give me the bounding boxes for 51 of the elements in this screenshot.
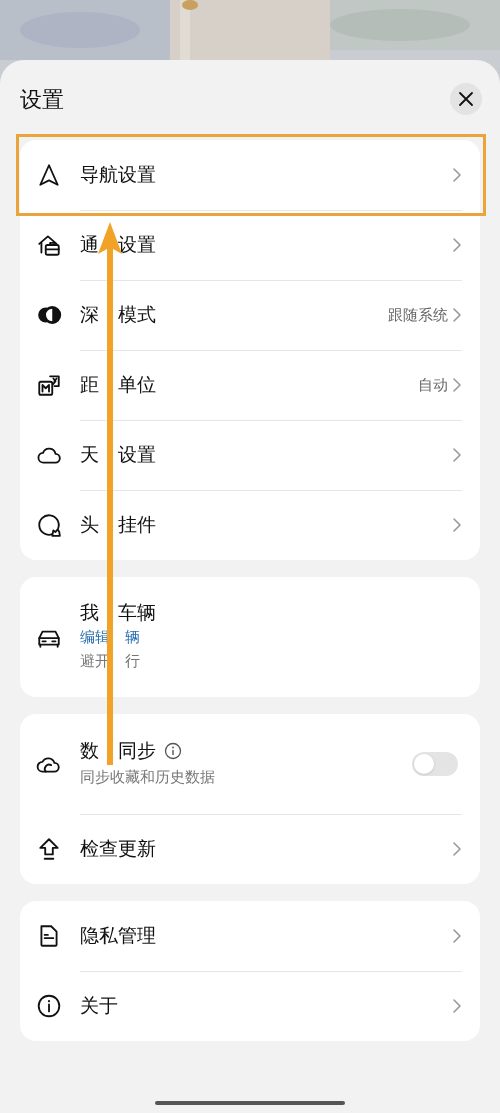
row-label: 头 <box>80 512 99 537</box>
settings-row[interactable]: 检查更新 <box>20 814 480 884</box>
chevron-right-icon <box>452 928 462 944</box>
chevron-right-icon <box>452 841 462 857</box>
row-label: 数 <box>80 739 99 763</box>
row-label: 模式 <box>118 302 156 327</box>
row-subtitle: 避开 <box>80 651 110 671</box>
settings-row[interactable]: 关于 <box>20 971 480 1041</box>
row-label: 关于 <box>80 993 118 1018</box>
row-label: 车辆 <box>118 601 156 625</box>
chevron-right-icon <box>452 307 462 323</box>
settings-row[interactable]: 隐私管理 <box>20 901 480 971</box>
row-label: 同步 <box>118 739 156 763</box>
settings-row[interactable]: 距 单位 自动 <box>20 350 480 420</box>
chevron-right-icon <box>452 167 462 183</box>
row-value: 自动 <box>418 374 448 395</box>
chevron-right-icon <box>452 447 462 463</box>
chevron-right-icon <box>452 377 462 393</box>
close-icon <box>458 91 474 107</box>
row-subtitle: 行 <box>125 651 140 671</box>
row-label: 通 <box>80 232 99 257</box>
row-label: 设置 <box>118 232 156 257</box>
row-label: 单位 <box>118 372 156 397</box>
edit-vehicle-link[interactable]: 辆 <box>125 625 140 649</box>
settings-row[interactable]: 天 设置 <box>20 420 480 490</box>
chevron-right-icon <box>452 998 462 1014</box>
row-label: 天 <box>80 442 99 467</box>
close-button[interactable] <box>450 83 482 115</box>
toggle-switch[interactable] <box>412 752 458 776</box>
settings-row[interactable]: 头 挂件 <box>20 490 480 560</box>
info-icon[interactable] <box>164 742 182 760</box>
navigation-arrow-icon <box>36 162 62 188</box>
info-icon <box>36 993 62 1019</box>
settings-row[interactable]: 导航设置 <box>20 140 480 210</box>
row-label: 距 <box>80 372 99 397</box>
row-label: 检查更新 <box>80 836 156 861</box>
chevron-right-icon <box>452 237 462 253</box>
avatar-badge-icon <box>36 512 62 538</box>
house-briefcase-icon <box>36 232 62 258</box>
unit-m-icon <box>36 372 62 398</box>
row-label: 隐私管理 <box>80 923 156 948</box>
row-label: 设置 <box>118 442 156 467</box>
row-label: 挂件 <box>118 512 156 537</box>
row-label: 我 <box>80 601 99 625</box>
row-label: 导航设置 <box>80 162 156 187</box>
sheet-title: 设置 <box>20 85 64 114</box>
row-subtitle: 同步收藏和历史数据 <box>80 767 215 787</box>
row-label: 深 <box>80 302 99 327</box>
settings-row[interactable]: 通 设置 <box>20 210 480 280</box>
chevron-right-icon <box>452 517 462 533</box>
row-value: 跟随系统 <box>388 304 448 325</box>
